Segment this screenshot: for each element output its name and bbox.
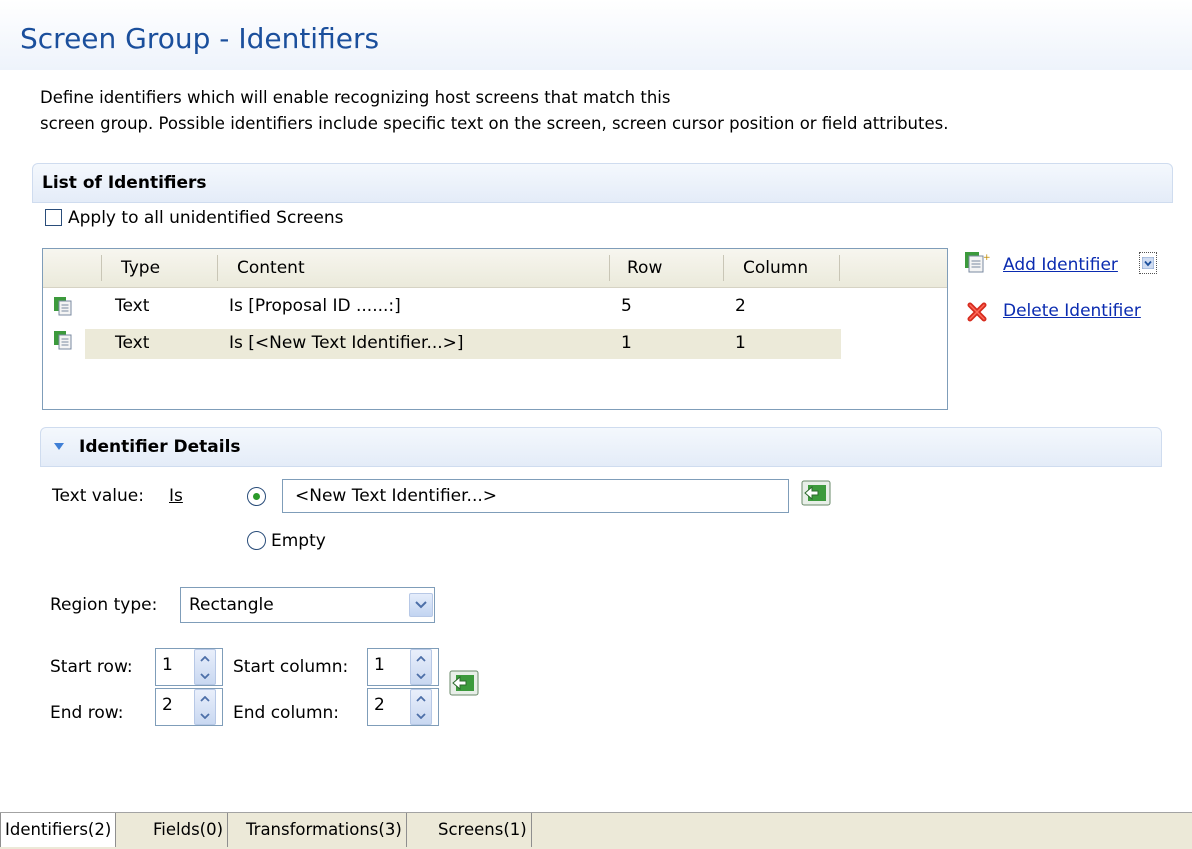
- start-row-value: 1: [162, 655, 173, 675]
- list-section-header: List of Identifiers: [32, 163, 1173, 203]
- increment-button[interactable]: [195, 690, 215, 707]
- cell-column: 1: [735, 333, 746, 353]
- column-header-content[interactable]: Content: [237, 258, 305, 278]
- cell-column: 2: [735, 296, 746, 316]
- column-header-row[interactable]: Row: [627, 258, 662, 278]
- page-header: Screen Group - Identifiers: [0, 0, 1192, 70]
- column-separator[interactable]: [101, 255, 102, 281]
- increment-button[interactable]: [195, 650, 215, 667]
- empty-label: Empty: [271, 531, 326, 551]
- chevron-up-icon: [416, 695, 426, 702]
- select-from-screen-icon[interactable]: [801, 480, 831, 508]
- end-column-spinner[interactable]: 2: [367, 688, 439, 726]
- chevron-up-icon: [200, 695, 210, 702]
- cell-type: Text: [115, 333, 150, 353]
- chevron-down-icon: [415, 601, 427, 609]
- start-column-stepper[interactable]: [410, 649, 432, 685]
- text-value-label: Text value:: [52, 486, 144, 506]
- increment-button[interactable]: [411, 690, 431, 707]
- empty-radio[interactable]: [247, 531, 266, 550]
- tab-screens[interactable]: Screens(1): [434, 813, 532, 847]
- collapse-triangle-icon[interactable]: [53, 442, 65, 452]
- table-row[interactable]: Text Is [Proposal ID ......:] 5 2: [43, 293, 947, 323]
- description-line-1: Define identifiers which will enable rec…: [40, 88, 671, 107]
- column-separator[interactable]: [217, 255, 218, 281]
- end-column-stepper[interactable]: [410, 689, 432, 725]
- text-value-input-text: <New Text Identifier...>: [295, 486, 497, 506]
- text-value-input[interactable]: <New Text Identifier...>: [282, 479, 789, 513]
- details-section-header[interactable]: Identifier Details: [40, 427, 1162, 467]
- select-region-from-screen-icon[interactable]: [449, 670, 479, 698]
- region-type-dropdown-button[interactable]: [409, 593, 433, 617]
- radio-selected-dot: [253, 493, 260, 500]
- chevron-down-icon: [200, 672, 210, 679]
- start-column-value: 1: [374, 655, 385, 675]
- add-identifier-dropdown[interactable]: [1139, 252, 1157, 274]
- column-separator[interactable]: [839, 255, 840, 281]
- chevron-down-icon: [416, 672, 426, 679]
- column-header-type[interactable]: Type: [121, 258, 160, 278]
- text-identifier-icon: [54, 297, 72, 316]
- start-row-label: Start row:: [50, 657, 133, 677]
- table-header: Type Content Row Column: [43, 249, 947, 288]
- start-column-label: Start column:: [233, 657, 349, 677]
- tab-fields[interactable]: Fields(0): [149, 813, 229, 847]
- tab-identifiers[interactable]: Identifiers(2): [0, 813, 117, 847]
- delete-identifier-link[interactable]: Delete Identifier: [1003, 301, 1141, 321]
- region-type-select[interactable]: Rectangle: [180, 587, 435, 623]
- cell-row: 1: [621, 333, 632, 353]
- column-separator[interactable]: [609, 255, 610, 281]
- start-row-stepper[interactable]: [194, 649, 216, 685]
- list-section-title: List of Identifiers: [42, 173, 207, 193]
- cell-content: Is [<New Text Identifier...>]: [229, 333, 464, 353]
- end-row-stepper[interactable]: [194, 689, 216, 725]
- end-row-value: 2: [162, 695, 173, 715]
- cell-content: Is [Proposal ID ......:]: [229, 296, 401, 316]
- tab-transformations[interactable]: Transformations(3): [242, 813, 407, 847]
- text-value-radio[interactable]: [247, 487, 266, 506]
- end-column-value: 2: [374, 695, 385, 715]
- column-header-column[interactable]: Column: [743, 258, 808, 278]
- operator-link[interactable]: Is: [169, 486, 183, 506]
- chevron-down-icon: [200, 712, 210, 719]
- start-row-spinner[interactable]: 1: [155, 648, 223, 686]
- column-separator[interactable]: [723, 255, 724, 281]
- end-row-label: End row:: [50, 703, 124, 723]
- table-row[interactable]: Text Is [<New Text Identifier...>] 1 1: [43, 329, 947, 359]
- end-column-label: End column:: [233, 703, 340, 723]
- chevron-up-icon: [200, 655, 210, 662]
- delete-icon[interactable]: [966, 301, 988, 323]
- text-identifier-icon: [54, 331, 72, 350]
- region-type-label: Region type:: [50, 595, 158, 615]
- svg-text:+: +: [983, 253, 990, 263]
- decrement-button[interactable]: [195, 707, 215, 724]
- end-row-spinner[interactable]: 2: [155, 688, 223, 726]
- region-type-value: Rectangle: [189, 595, 274, 615]
- apply-all-checkbox[interactable]: [45, 209, 62, 226]
- decrement-button[interactable]: [195, 667, 215, 684]
- cell-row: 5: [621, 296, 632, 316]
- cell-type: Text: [115, 296, 150, 316]
- details-section-title: Identifier Details: [79, 437, 241, 457]
- chevron-down-icon: [416, 712, 426, 719]
- decrement-button[interactable]: [411, 707, 431, 724]
- decrement-button[interactable]: [411, 667, 431, 684]
- chevron-up-icon: [416, 655, 426, 662]
- bottom-tab-bar: Identifiers(2) Fields(0) Transformations…: [0, 812, 1192, 849]
- increment-button[interactable]: [411, 650, 431, 667]
- apply-all-label: Apply to all unidentified Screens: [68, 208, 344, 228]
- add-identifier-link[interactable]: Add Identifier: [1003, 255, 1118, 275]
- description-line-2: screen group. Possible identifiers inclu…: [40, 114, 949, 133]
- identifiers-table[interactable]: Type Content Row Column Text Is [Proposa…: [42, 248, 948, 410]
- start-column-spinner[interactable]: 1: [367, 648, 439, 686]
- add-identifier-icon[interactable]: +: [964, 250, 990, 274]
- page-title: Screen Group - Identifiers: [20, 22, 380, 55]
- chevron-down-icon: [1142, 257, 1154, 269]
